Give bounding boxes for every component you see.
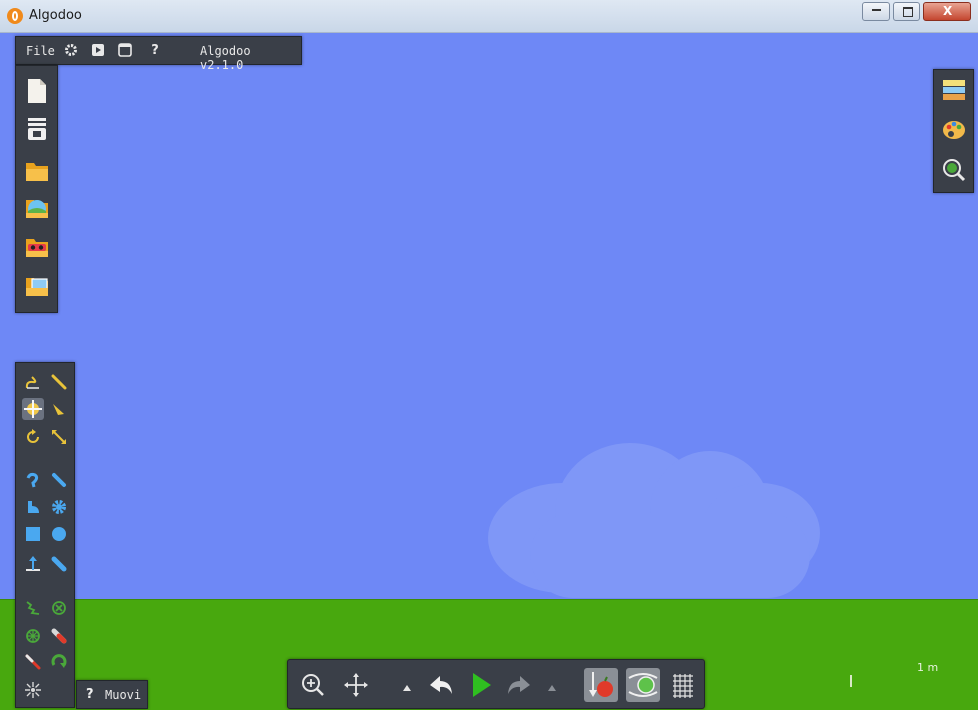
palette-icon[interactable] (942, 118, 966, 142)
gear-icon[interactable] (63, 43, 79, 59)
browse-algobox-icon[interactable] (25, 234, 49, 260)
help-icon[interactable]: ? (86, 687, 94, 702)
play-icon[interactable] (468, 670, 494, 700)
air-friction-icon[interactable] (626, 668, 660, 702)
new-scene-icon[interactable] (25, 78, 49, 104)
help-icon[interactable]: ? (147, 43, 163, 59)
close-icon: X (943, 4, 953, 18)
simulation-toolbar (287, 659, 705, 709)
pan-icon[interactable] (343, 672, 369, 698)
redo-dropdown-icon[interactable] (546, 679, 558, 691)
pen-tool-icon[interactable] (50, 471, 68, 489)
tracer-tool-icon[interactable] (24, 653, 42, 671)
main-menubar: File ? Algodoo v2.1.0 (15, 36, 302, 72)
brush-tool-icon[interactable] (24, 498, 42, 516)
scale-tool-icon[interactable] (50, 428, 68, 446)
version-label: Algodoo v2.1.0 (200, 44, 251, 72)
help-status-bar: ? Muovi (76, 680, 148, 709)
knife-tool-icon[interactable] (50, 373, 68, 391)
right-panel (933, 69, 974, 193)
minimize-icon (872, 9, 881, 11)
tool-panel (15, 362, 75, 708)
file-menu[interactable]: File (26, 44, 55, 58)
open-folder-icon[interactable] (25, 158, 49, 184)
plane-tool-icon[interactable] (24, 555, 42, 573)
gravity-icon[interactable] (584, 668, 618, 702)
file-panel (15, 65, 58, 313)
laser-tool-icon[interactable] (24, 681, 42, 699)
window-titlebar: Algodoo X (0, 0, 978, 33)
spring-tool-icon[interactable] (24, 599, 42, 617)
hinge-tool-icon[interactable] (50, 653, 68, 671)
open-image-icon[interactable] (25, 273, 49, 299)
maximize-button[interactable] (893, 2, 920, 21)
scale-label: 1 m (917, 661, 939, 674)
window-title: Algodoo (29, 8, 82, 23)
algodoo-app-icon (7, 8, 23, 24)
scene-sky[interactable] (0, 33, 978, 599)
axle-tool-icon[interactable] (24, 627, 42, 645)
maximize-icon (903, 7, 913, 17)
zoom-to-scene-icon[interactable] (942, 158, 966, 182)
grid-icon[interactable] (669, 670, 697, 700)
redo-icon[interactable] (506, 672, 532, 698)
undo-icon[interactable] (428, 672, 454, 698)
minimize-button[interactable] (862, 2, 890, 21)
fixate-tool-icon[interactable] (50, 599, 68, 617)
background-layers-icon[interactable] (942, 78, 966, 102)
thruster-tool-icon[interactable] (50, 627, 68, 645)
close-button[interactable]: X (923, 2, 971, 21)
move-tool-icon[interactable] (22, 398, 44, 420)
gear-tool-icon[interactable] (50, 498, 68, 516)
scale-tick (850, 675, 852, 687)
window-icon[interactable] (117, 43, 133, 59)
save-scene-icon[interactable] (25, 116, 49, 142)
undo-dropdown-icon[interactable] (401, 679, 413, 691)
current-tool-label: Muovi (105, 688, 142, 702)
circle-tool-icon[interactable] (50, 525, 68, 543)
cloud (530, 513, 810, 598)
rope-tool-icon[interactable] (24, 471, 42, 489)
chain-tool-icon[interactable] (50, 555, 68, 573)
rotate-tool-icon[interactable] (24, 428, 42, 446)
zoom-icon[interactable] (300, 672, 326, 698)
play-box-icon[interactable] (90, 43, 106, 59)
sketch-tool-icon[interactable] (24, 373, 42, 391)
open-phunlet-icon[interactable] (25, 195, 49, 221)
box-tool-icon[interactable] (24, 525, 42, 543)
drag-tool-icon[interactable] (50, 400, 68, 418)
